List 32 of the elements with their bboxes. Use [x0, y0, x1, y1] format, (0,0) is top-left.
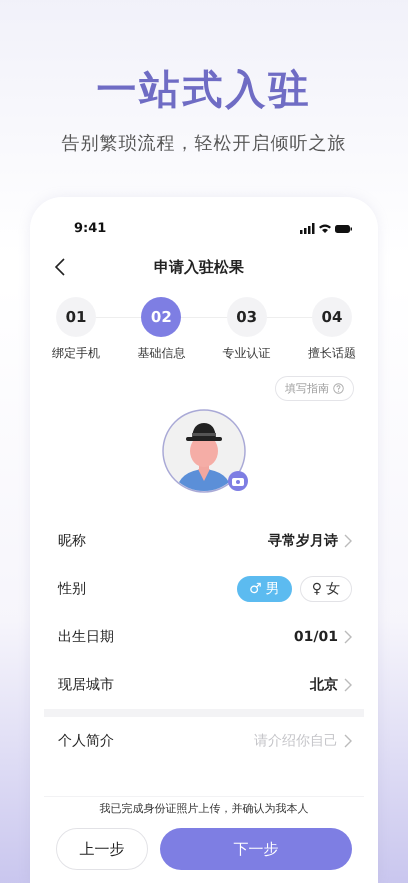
previous-button[interactable]: 上一步: [56, 828, 148, 870]
chevron-right-icon: [344, 630, 352, 644]
help-icon: [333, 383, 344, 394]
next-button[interactable]: 下一步: [160, 828, 352, 870]
field-label: 现居城市: [58, 676, 114, 694]
subheadline: 告别繁琐流程，轻松开启倾听之旅: [62, 132, 346, 155]
step-number: 01: [56, 297, 96, 337]
field-label: 昵称: [58, 532, 86, 550]
field-label: 性别: [58, 580, 86, 598]
page-title: 申请入驻松果: [153, 258, 245, 276]
status-icons-drawing: [300, 222, 352, 234]
chevron-right-icon: [344, 534, 352, 548]
field-value[interactable]: 寻常岁月诗: [268, 532, 338, 550]
step-label: 擅长话题: [308, 345, 356, 362]
headline: 一站式入驻: [96, 66, 312, 115]
field-value[interactable]: 北京: [310, 676, 338, 694]
step-number: 03: [226, 297, 267, 337]
status-time: 9:41: [74, 220, 106, 236]
field-label: 个人简介: [58, 732, 114, 750]
chevron-right-icon: [344, 734, 352, 748]
notice-text: 我已完成身份证照片上传，并确认为我本人: [100, 801, 308, 816]
step-label: 专业认证: [222, 345, 271, 362]
step-label: 绑定手机: [52, 345, 100, 362]
step-number: 04: [312, 297, 352, 337]
back-icon[interactable]: [54, 258, 66, 276]
step-label: 基础信息: [137, 345, 186, 362]
field-label: 出生日期: [58, 628, 114, 646]
gender-option[interactable]: ♀ 女: [300, 576, 352, 602]
chevron-right-icon: [344, 678, 352, 692]
camera-icon[interactable]: [228, 471, 248, 491]
step-number: 02: [141, 297, 182, 337]
field-value[interactable]: 01/01: [294, 629, 338, 645]
